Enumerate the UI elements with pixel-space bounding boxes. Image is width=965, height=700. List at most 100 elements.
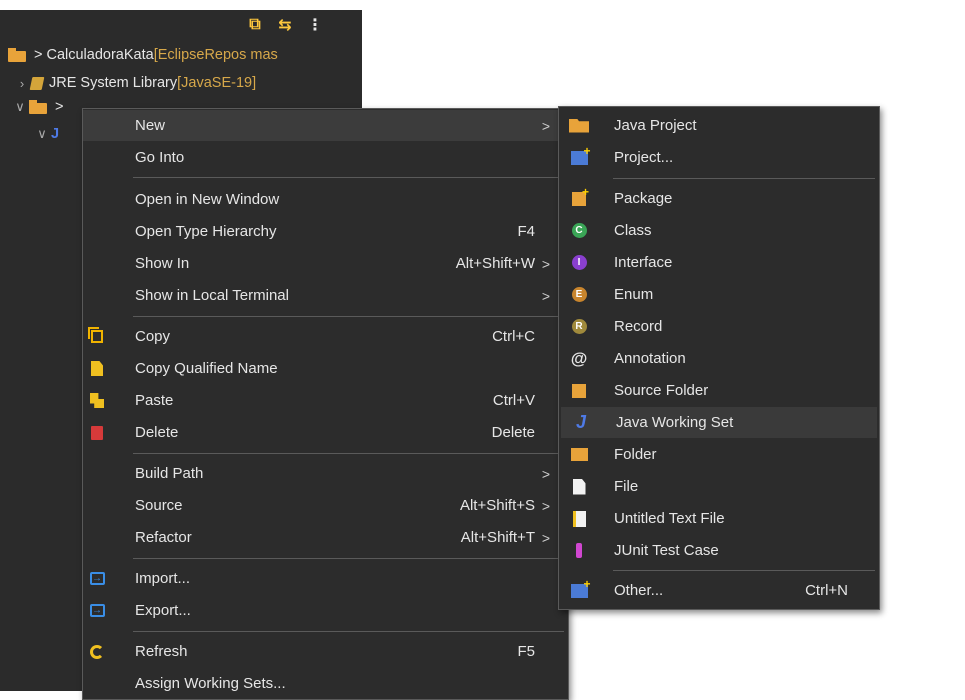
menu-item-shortcut: Alt+Shift+S xyxy=(459,497,535,514)
menu-separator xyxy=(133,316,564,317)
submenu-item-label: Enum xyxy=(614,286,654,303)
menu-item-label: Go Into xyxy=(135,149,185,166)
menu-item-assign-working-sets[interactable]: Assign Working Sets... xyxy=(83,668,568,699)
submenu-arrow-icon: > xyxy=(541,465,550,482)
menu-item-export[interactable]: → Export... xyxy=(83,595,568,626)
menu-item-open-type-hierarchy[interactable]: Open Type Hierarchy F4 xyxy=(83,216,568,247)
working-set-letter: J xyxy=(575,412,586,432)
tree-row-selected-project[interactable]: ∨ > xyxy=(14,96,63,118)
submenu-item-label: Project... xyxy=(614,149,674,166)
submenu-item-project[interactable]: + Project... xyxy=(559,142,879,173)
menu-item-delete[interactable]: Delete Delete xyxy=(83,417,568,448)
menu-item-refresh[interactable]: Refresh F5 xyxy=(83,636,568,667)
link-with-editor-icon[interactable]: ⇆ xyxy=(276,16,294,34)
submenu-item-source-folder[interactable]: Source Folder xyxy=(559,375,879,406)
project-folder-icon xyxy=(29,100,49,114)
submenu-item-label: Java Working Set xyxy=(616,414,734,431)
menu-item-open-in-new-window[interactable]: Open in New Window xyxy=(83,184,568,215)
junit-test-case-icon xyxy=(569,541,589,561)
menu-separator xyxy=(613,570,875,571)
class-icon: C xyxy=(569,221,589,241)
menu-item-shortcut: Alt+Shift+W xyxy=(455,255,535,272)
submenu-item-untitled-text-file[interactable]: Untitled Text File xyxy=(559,503,879,534)
submenu-arrow-icon: > xyxy=(541,255,550,272)
submenu-item-interface[interactable]: I Interface xyxy=(559,247,879,278)
submenu-arrow-icon: > xyxy=(541,117,550,134)
menu-item-refactor[interactable]: Refactor Alt+Shift+T > xyxy=(83,522,568,553)
submenu-item-java-project[interactable]: Java Project xyxy=(559,110,879,141)
tree-row-source-folder[interactable]: ∨ J xyxy=(36,123,59,145)
menu-item-shortcut: Delete xyxy=(491,424,535,441)
menu-item-shortcut: F5 xyxy=(517,643,535,660)
library-name: JRE System Library xyxy=(49,75,178,91)
view-menu-icon[interactable]: ⋮ xyxy=(306,16,324,34)
submenu-item-record[interactable]: R Record xyxy=(559,311,879,342)
submenu-item-file[interactable]: File xyxy=(559,471,879,502)
menu-item-copy-qualified-name[interactable]: Copy Qualified Name xyxy=(83,353,568,384)
menu-item-build-path[interactable]: Build Path > xyxy=(83,458,568,489)
submenu-arrow-icon: > xyxy=(541,497,550,514)
chevron-right-icon[interactable]: › xyxy=(16,76,28,91)
java-working-set-icon: J xyxy=(571,412,591,433)
submenu-arrow-icon: > xyxy=(541,529,550,546)
submenu-item-label: Package xyxy=(614,190,673,207)
submenu-item-java-working-set[interactable]: J Java Working Set xyxy=(561,407,877,438)
submenu-item-package[interactable]: + Package xyxy=(559,183,879,214)
submenu-item-class[interactable]: C Class xyxy=(559,215,879,246)
submenu-item-annotation[interactable]: @ Annotation xyxy=(559,343,879,374)
delete-icon xyxy=(89,425,105,441)
tree-row-project[interactable]: > CalculadoraKata [EclipseRepos mas xyxy=(8,44,278,66)
menu-item-shortcut: Ctrl+V xyxy=(492,392,535,409)
menu-separator xyxy=(133,453,564,454)
menu-item-label: Open Type Hierarchy xyxy=(135,223,277,240)
context-menu: New > Go Into Open in New Window Open Ty… xyxy=(82,108,569,700)
source-folder-icon xyxy=(569,381,589,401)
menu-separator xyxy=(133,631,564,632)
class-letter: C xyxy=(571,223,587,238)
menu-item-new[interactable]: New > xyxy=(83,110,568,141)
menu-item-label: Show in Local Terminal xyxy=(135,287,289,304)
menu-item-shortcut: Ctrl+C xyxy=(492,328,535,345)
menu-item-import[interactable]: → Import... xyxy=(83,563,568,594)
project-icon: + xyxy=(569,145,591,168)
menu-item-label: Delete xyxy=(135,424,179,441)
collapse-all-icon[interactable]: ⧉ xyxy=(246,16,264,34)
java-source-icon: J xyxy=(51,126,60,142)
menu-item-label: Refactor xyxy=(135,529,192,546)
menu-item-label: Paste xyxy=(135,392,174,409)
menu-item-label: Source xyxy=(135,497,183,514)
submenu-item-label: Java Project xyxy=(614,117,697,134)
submenu-item-label: Annotation xyxy=(614,350,686,367)
submenu-item-other[interactable]: + Other... Ctrl+N xyxy=(559,575,879,606)
submenu-item-junit-test-case[interactable]: JUnit Test Case xyxy=(559,535,879,566)
library-decoration: [JavaSE-19] xyxy=(177,75,257,91)
menu-item-label: Open in New Window xyxy=(135,191,280,208)
menu-item-show-in-local-terminal[interactable]: Show in Local Terminal > xyxy=(83,280,568,311)
menu-item-label: Copy xyxy=(135,328,171,345)
package-icon: + xyxy=(569,186,589,209)
submenu-item-shortcut: Ctrl+N xyxy=(805,582,848,599)
refresh-icon xyxy=(89,644,105,660)
menu-item-go-into[interactable]: Go Into xyxy=(83,142,568,173)
submenu-item-label: Class xyxy=(614,222,652,239)
tree-row-jre-library[interactable]: › JRE System Library [JavaSE-19] xyxy=(16,72,256,94)
menu-item-source[interactable]: Source Alt+Shift+S > xyxy=(83,490,568,521)
menu-item-paste[interactable]: Paste Ctrl+V xyxy=(83,385,568,416)
menu-item-label: New xyxy=(135,117,166,134)
tree-row-prefix: > xyxy=(34,47,43,63)
menu-item-show-in[interactable]: Show In Alt+Shift+W > xyxy=(83,248,568,279)
submenu-item-enum[interactable]: E Enum xyxy=(559,279,879,310)
submenu-item-label: Untitled Text File xyxy=(614,510,725,527)
menu-separator xyxy=(613,178,875,179)
menu-item-copy[interactable]: Copy Ctrl+C xyxy=(83,321,568,352)
chevron-down-icon[interactable]: ∨ xyxy=(36,126,48,142)
chevron-down-icon[interactable]: ∨ xyxy=(14,99,26,115)
menu-item-shortcut: Alt+Shift+T xyxy=(460,529,535,546)
java-project-icon xyxy=(569,116,589,136)
menu-item-label: Import... xyxy=(135,570,191,587)
submenu-item-label: Other... xyxy=(614,582,664,599)
project-folder-icon xyxy=(8,48,28,62)
record-icon: R xyxy=(569,317,589,337)
submenu-item-folder[interactable]: Folder xyxy=(559,439,879,470)
enum-icon: E xyxy=(569,285,589,305)
